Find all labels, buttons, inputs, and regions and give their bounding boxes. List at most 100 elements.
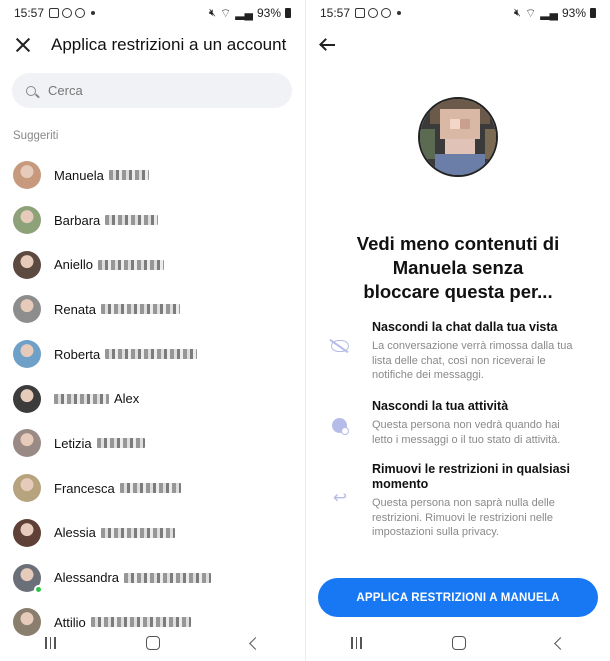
recent-apps-button[interactable] [45,637,56,649]
contact-name: Letizia [54,436,145,451]
contact-row[interactable]: Manuela [0,153,305,198]
online-indicator [34,584,43,594]
contact-row[interactable]: Francesca [0,466,305,511]
restrict-account-screen: 15:57 🔇︎ ⌔ ▂▄ 93% Applica restrizioni a … [0,0,305,661]
feature-remove-restrictions: ↩ Rimuovi le restrizioni in qualsiasi mo… [306,462,610,540]
contact-name: Barbara [54,212,159,228]
avatar-photo [13,206,41,235]
contact-name-text: Alex [114,391,140,407]
restrict-confirm-screen: 15:57 🔇︎ ⌔ ▂▄ 93% Vedi meno contenuti di… [306,0,610,661]
contact-name: Aniello [54,257,165,273]
contact-row[interactable]: Roberta [0,332,305,377]
contact-row[interactable]: Alex [0,376,305,421]
redacted-text [105,349,198,360]
search-bar[interactable] [12,73,292,108]
avatar [13,563,43,594]
contact-name-text: Alessandra [54,570,120,586]
status-time: 15:57 [320,6,351,20]
avatar [13,161,41,190]
redacted-text [119,483,181,494]
avatar-photo [13,340,41,369]
notification-icons [355,8,402,18]
contact-name-text: Barbara [54,212,101,228]
contact-row[interactable]: Aniello [0,242,305,287]
feature-title: Nascondi la tua attività [372,399,509,413]
eye-off-icon [331,340,349,352]
contact-name-text: Aniello [54,257,94,273]
recent-apps-button[interactable] [351,637,362,649]
contact-row[interactable]: Barbara [0,198,305,243]
avatar-photo [13,518,41,547]
redacted-text [105,215,159,226]
android-nav-bar [306,625,610,661]
avatar-photo [13,384,41,413]
avatar [13,340,41,369]
feature-title: Nascondi la chat dalla tua vista [372,320,558,334]
contact-name-text: Letizia [54,435,92,451]
section-label: Suggeriti [13,130,59,142]
back-nav-button[interactable] [248,636,262,650]
back-button[interactable] [318,37,336,53]
feature-hide-activity: Nascondi la tua attività Questa persona … [306,399,610,447]
redacted-text [108,170,149,181]
system-icons: 🔇︎ ⌔ ▂▄ 93% [514,6,596,21]
avatar [13,250,41,279]
restrict-headline: Vedi meno contenuti di Manuela senza blo… [306,232,610,304]
search-icon [26,85,36,96]
redacted-text [54,393,109,404]
status-bar: 15:57 🔇︎ ⌔ ▂▄ 93% [306,0,610,26]
redacted-text [100,527,175,538]
apply-restrictions-button[interactable]: APPLICA RESTRIZIONI A MANUELA [318,578,598,617]
gallery-icon [49,8,60,18]
avatar-photo [13,295,41,324]
avatar-photo [13,429,41,458]
activity-status-icon [332,418,349,435]
feature-hide-chat: Nascondi la chat dalla tua vista La conv… [306,320,610,383]
status-bar: 15:57 🔇︎ ⌔ ▂▄ 93% [0,0,305,26]
battery-icon [590,8,596,18]
battery-icon [285,8,291,18]
undo-icon: ↩ [332,488,348,507]
close-button[interactable] [13,35,33,55]
contact-list: Manuela Barbara Aniello Renata Roberta Alex Le… [0,153,305,645]
contact-row[interactable]: Renata [0,287,305,332]
messenger-icon [381,8,392,18]
more-dot-icon [397,11,402,15]
search-input[interactable] [48,83,268,98]
avatar-photo [13,474,41,503]
contact-row[interactable]: Letizia [0,421,305,466]
contact-row[interactable]: Alessia [0,511,305,556]
profile-avatar [418,97,498,177]
contact-name-text: Francesca [54,480,115,496]
contact-name-text: Renata [54,301,96,317]
more-dot-icon [91,11,96,15]
contact-name-text: Roberta [54,346,101,362]
back-nav-button[interactable] [554,636,567,650]
system-icons: 🔇︎ ⌔ ▂▄ 93% [209,6,291,21]
avatar [13,384,41,413]
avatar [13,474,41,503]
contact-name: Alessia [54,525,175,540]
contact-row[interactable]: Alessandra [0,555,305,600]
home-button[interactable] [451,636,466,650]
feature-description: Questa persona non vedrà quando hai lett… [372,419,561,446]
wifi-icon: ⌔ [219,5,232,20]
avatar-photo [13,250,41,279]
redacted-text [98,259,165,270]
avatar-photo [13,161,41,190]
whatsapp-icon [368,8,379,18]
avatar [13,206,41,235]
redacted-text [100,304,180,315]
battery-percent: 93% [561,6,586,20]
mute-icon: 🔇︎ [514,6,521,19]
signal-icon: ▂▄ [540,6,558,20]
feature-description: La conversazione verrà rimossa dalla tua… [372,340,573,381]
redacted-text [96,438,145,449]
wifi-icon: ⌔ [524,5,537,20]
page-title: Applica restrizioni a un account [51,35,287,54]
notification-icons [49,8,96,18]
signal-icon: ▂▄ [235,6,253,20]
home-button[interactable] [146,636,161,650]
contact-name: Alessandra [54,570,212,586]
contact-name: Roberta [54,346,198,362]
